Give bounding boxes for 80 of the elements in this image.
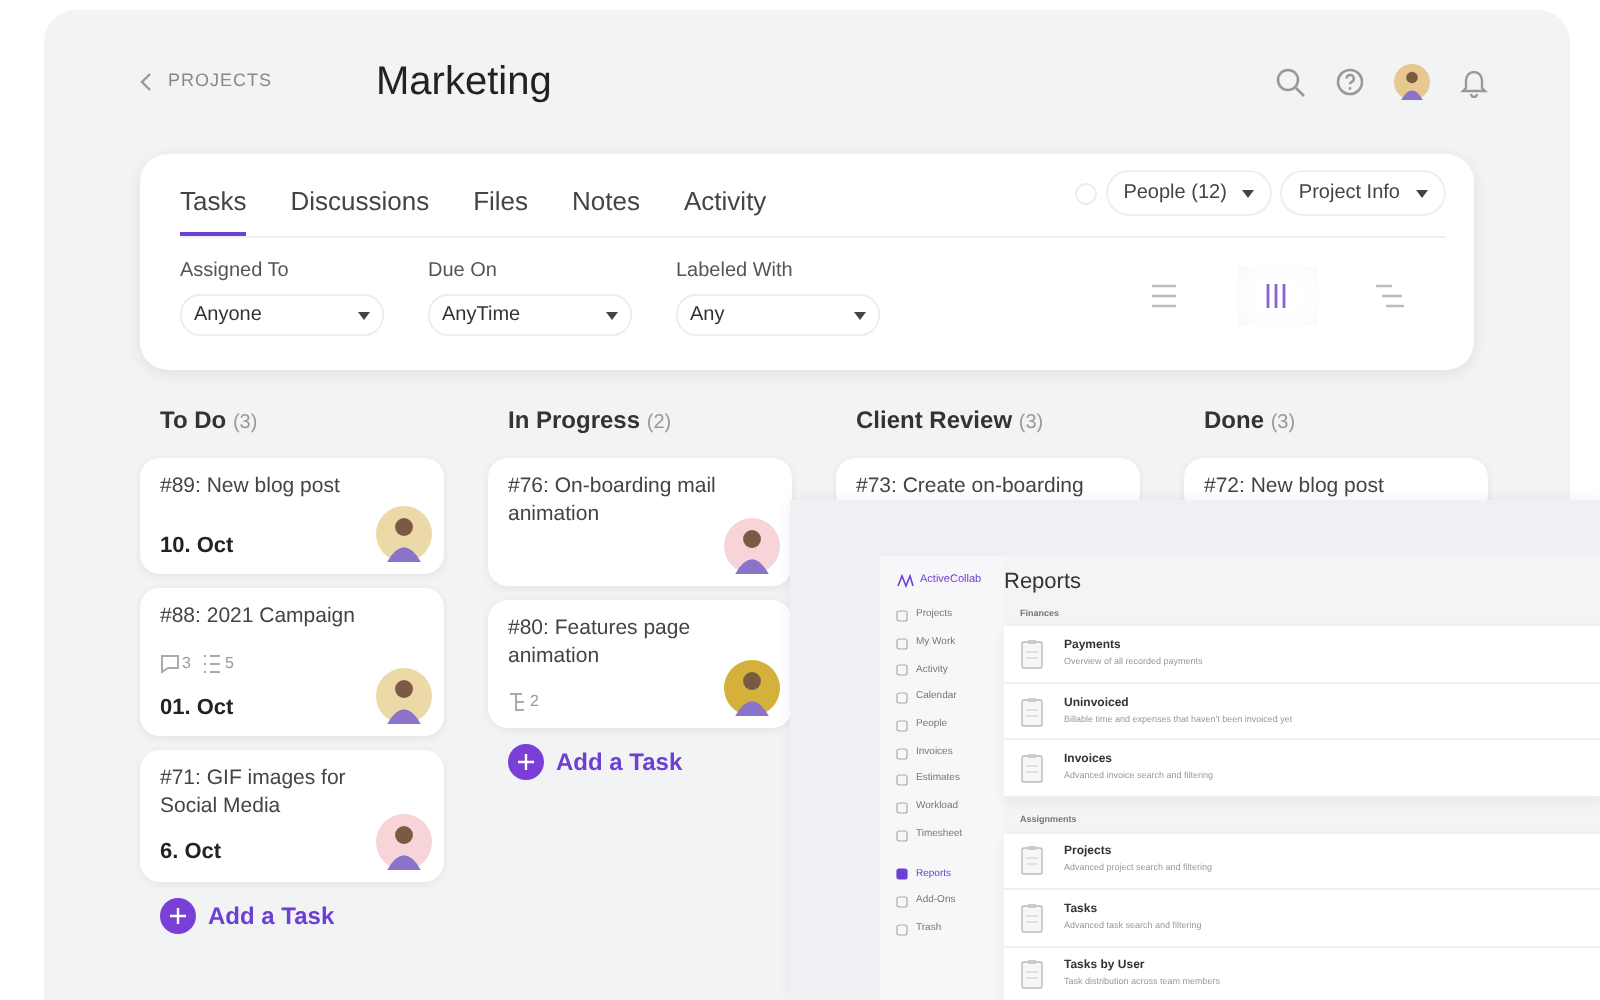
timeline-view-icon (1374, 282, 1406, 310)
document-icon (1020, 844, 1044, 877)
tab[interactable]: Files (473, 161, 529, 236)
column-title: In Progress (2) (506, 404, 674, 438)
task-count: (2) (646, 412, 672, 434)
nav-icon (896, 923, 908, 936)
tab[interactable]: Activity (684, 161, 767, 236)
task-card[interactable]: #80: Features page animation 2 (488, 600, 792, 728)
tab[interactable]: Notes (572, 161, 641, 236)
list-view-icon (1150, 282, 1182, 310)
caret-icon (854, 311, 866, 319)
project-info-dropdown[interactable]: Project Info (1280, 170, 1446, 216)
caret-icon (1242, 189, 1255, 197)
project-title: Marketing (376, 58, 552, 108)
nav-icon (896, 719, 908, 732)
task-count: (3) (1270, 412, 1296, 434)
task-title: #88: 2021 Campaign (160, 604, 355, 632)
filter-label: Due On (428, 258, 499, 286)
search-icon[interactable] (1274, 66, 1306, 98)
task-card[interactable]: #88: 2021 Campaign 3 5 01. Oct (140, 588, 444, 737)
subtask-icon (508, 692, 528, 713)
plus-icon (508, 744, 544, 780)
view-toggle[interactable] (1238, 266, 1318, 326)
column-title: To Do (3) (158, 404, 260, 438)
nav-icon (896, 829, 908, 842)
document-icon (1020, 958, 1044, 991)
document-icon (1020, 638, 1044, 670)
help-icon[interactable] (1334, 66, 1366, 98)
task-title: #80: Features page animation (508, 616, 693, 671)
task-card[interactable]: #76: On-boarding mail animation (488, 458, 792, 586)
comment-icon (160, 653, 180, 674)
filter-dropdown[interactable]: Anyone (180, 294, 384, 336)
task-card[interactable]: #89: New blog post 10. Oct (140, 458, 444, 574)
caret-icon (1416, 189, 1428, 197)
document-icon (1020, 695, 1044, 727)
checklist-icon (202, 653, 223, 674)
task-count: (3) (1018, 412, 1044, 434)
tab[interactable]: Discussions (290, 161, 430, 236)
nav-icon (896, 774, 908, 787)
task-title: #72: New blog post (1204, 474, 1384, 502)
caret-icon (358, 311, 370, 319)
nav-icon (896, 895, 908, 908)
document-icon (1020, 901, 1044, 934)
subtasks-count: 2 (508, 690, 539, 715)
add-task-button[interactable]: Add a Task (140, 897, 335, 934)
nav-icon (896, 868, 908, 881)
due-date: 10. Oct (160, 531, 236, 561)
task-title: #89: New blog post (160, 474, 340, 502)
task-count: (3) (232, 412, 258, 434)
filter-dropdown[interactable]: Any (676, 294, 880, 336)
column-title: Client Review (3) (854, 404, 1046, 438)
task-card[interactable]: #71: GIF images for Social Media 6. Oct (140, 750, 444, 882)
task-title: #71: GIF images for Social Media (160, 766, 348, 821)
document-icon (1020, 752, 1044, 784)
bell-icon[interactable] (1458, 66, 1490, 98)
nav-icon (896, 637, 908, 650)
column-title: Done (3) (1202, 404, 1298, 438)
tab[interactable]: Tasks (180, 161, 247, 236)
caret-icon (606, 311, 618, 319)
logo-icon (896, 573, 914, 588)
due-date: 6. Oct (160, 838, 224, 869)
nav-icon (896, 692, 908, 705)
task-title: #73: Create on-boarding (856, 474, 1084, 502)
filter-label: Assigned To (180, 258, 291, 286)
filter-label: Labeled With (676, 258, 795, 286)
task-title: #76: On-boarding mail animation (508, 474, 718, 529)
nav-icon (896, 747, 908, 760)
chevron-left-icon (140, 72, 152, 92)
checklist-count: 5 (202, 651, 234, 676)
nav-icon (896, 610, 908, 623)
people-dropdown[interactable]: People (12) (1105, 170, 1273, 216)
avatar[interactable] (1394, 64, 1430, 100)
add-task-button[interactable]: Add a Task (488, 744, 683, 780)
comments-count: 3 (160, 651, 191, 676)
nav-icon (896, 801, 908, 814)
page-title: Reports (1004, 568, 1084, 598)
plus-icon (160, 897, 196, 934)
filter-dropdown[interactable]: AnyTime (428, 294, 632, 336)
due-date: 01. Oct (160, 693, 236, 724)
nav-icon (896, 664, 908, 677)
